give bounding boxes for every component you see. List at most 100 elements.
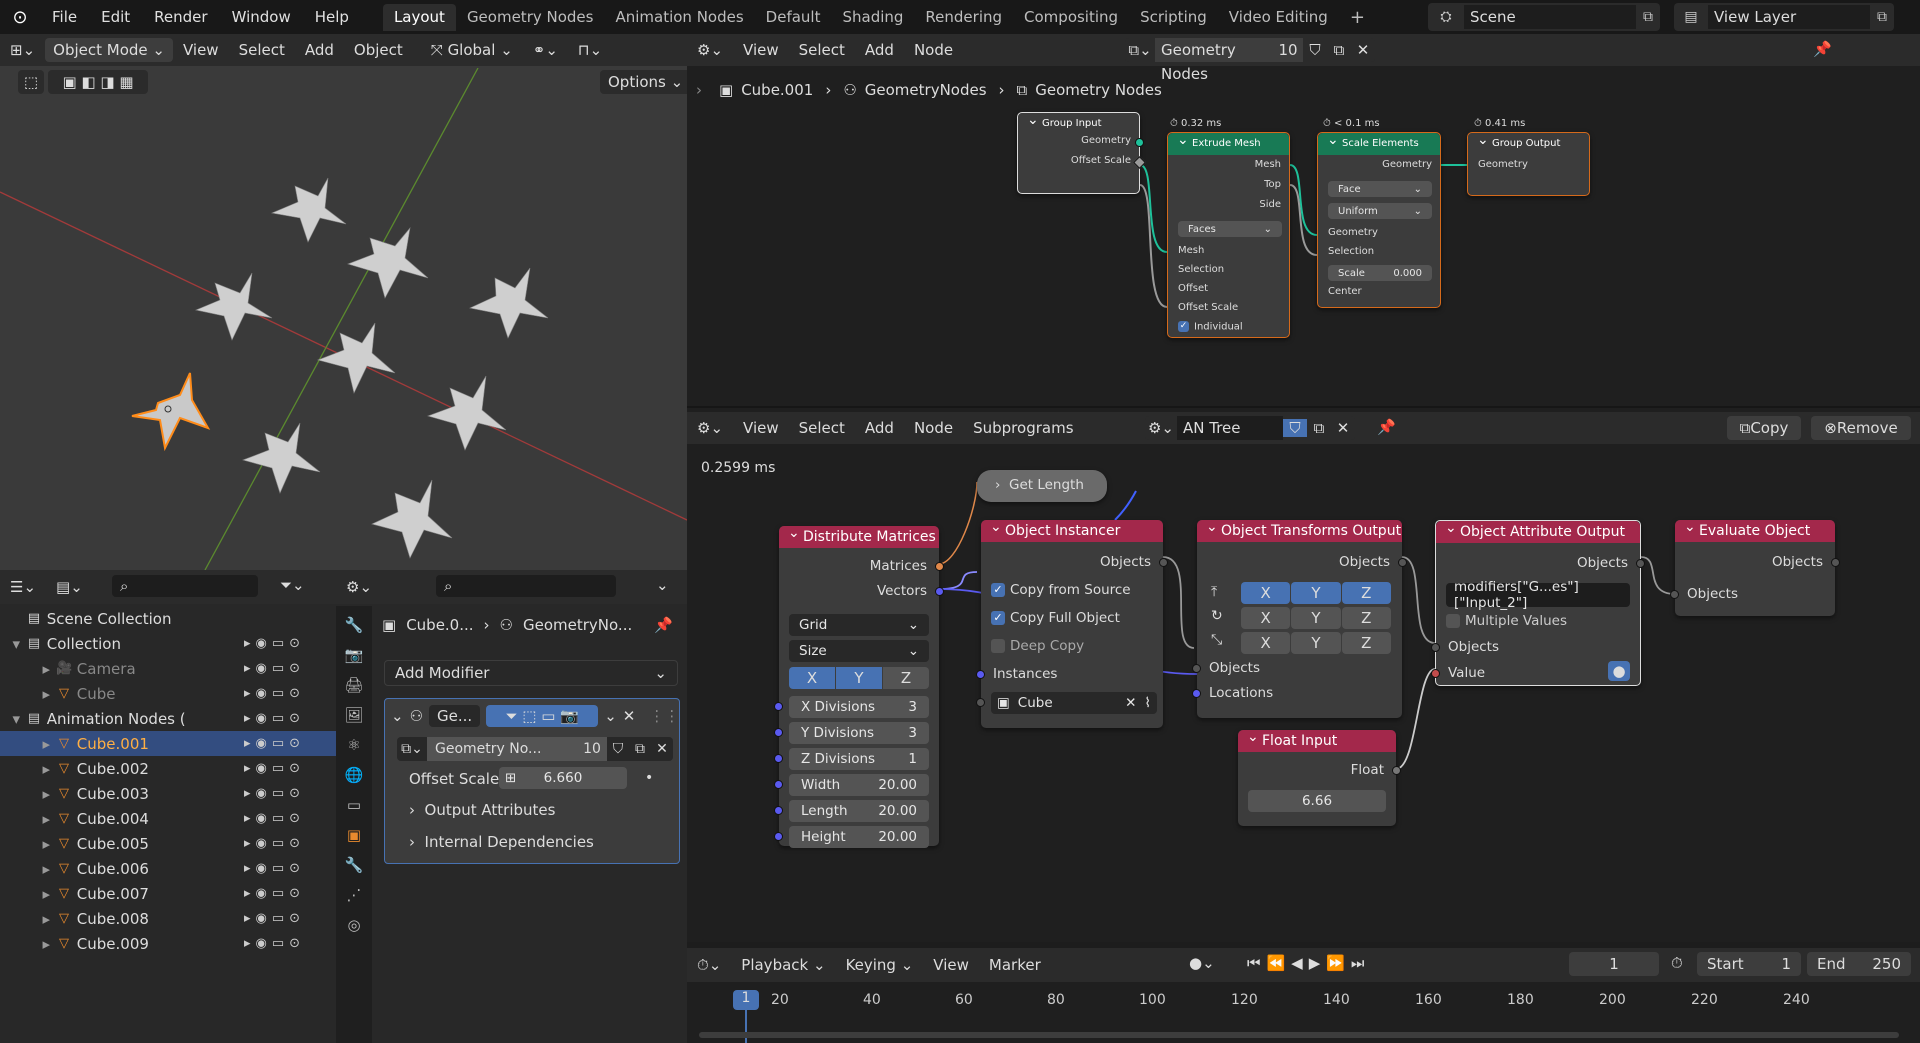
tab-shading[interactable]: Shading [831, 4, 914, 31]
distribute-field[interactable]: Width 20.00 [789, 774, 929, 796]
close-icon[interactable]: ✕ [651, 741, 673, 757]
scale-y-toggle[interactable]: Y [1291, 632, 1341, 654]
outliner-item[interactable]: ▸ ▽ Cube.001 ▸◉▭⊙ [0, 731, 336, 756]
editor-type-icon[interactable]: ⚙⌄ [336, 578, 382, 596]
node-distribute-matrices[interactable]: Distribute Matrices Matrices Vectors Gri… [774, 526, 944, 848]
pivot-icon[interactable]: ⚭⌄ [523, 41, 568, 59]
output-socket[interactable] [935, 587, 944, 596]
node-evaluate-object[interactable]: Evaluate Object Objects Objects [1670, 520, 1840, 616]
expand-arrow-icon[interactable]: ▸ [0, 685, 56, 703]
tab-scripting[interactable]: Scripting [1129, 4, 1218, 31]
menu-file[interactable]: File [40, 8, 89, 26]
3d-viewport[interactable]: ⊞⌄ Object Mode ⌄ View Select Add Object … [0, 34, 692, 570]
view-layer-name[interactable]: View Layer [1708, 5, 1870, 29]
expand-arrow-icon[interactable]: ▸ [0, 735, 56, 753]
offset-scale-field[interactable]: ⊞ 6.660 [499, 767, 627, 789]
input-socket[interactable] [774, 780, 783, 789]
scale-z-toggle[interactable]: Z [1341, 632, 1391, 654]
output-tab-icon[interactable]: 🖨 [344, 676, 363, 694]
expand-arrow-icon[interactable]: ▸ [0, 935, 56, 953]
animation-nodes-editor[interactable]: ⚙⌄ View Select Add Node Subprograms ⚙⌄ A… [687, 406, 1920, 942]
node-scale-elements[interactable]: Scale Elements Geometry Face⌄ Uniform⌄ G… [1317, 132, 1441, 308]
outliner-search-input[interactable]: ⌕ [112, 575, 258, 597]
row-visibility-icons[interactable]: ▸◉▭⊙ [244, 811, 336, 826]
row-visibility-icons[interactable]: ▸◉▭⊙ [244, 861, 336, 876]
chevron-down-icon[interactable]: ⌄ [391, 707, 404, 725]
value-toggle[interactable]: ● [1608, 661, 1630, 681]
tab-compositing[interactable]: Compositing [1013, 4, 1129, 31]
menu-render[interactable]: Render [142, 8, 219, 26]
outliner-item[interactable]: ▸ 🎥 Camera ▸◉▭⊙ [0, 656, 336, 681]
render-tab-icon[interactable]: 📷 [345, 646, 364, 664]
distribute-field[interactable]: Y Divisions 3 [789, 722, 929, 744]
row-visibility-icons[interactable]: ▸◉▭⊙ [244, 911, 336, 926]
modifier-name-input[interactable]: Ge... [429, 705, 481, 727]
rot-x-toggle[interactable]: X [1241, 607, 1291, 629]
expand-arrow-icon[interactable]: ▸ [0, 785, 56, 803]
row-visibility-icons[interactable]: ▸◉▭⊙ [244, 736, 336, 751]
viewport-menu-add[interactable]: Add [295, 41, 344, 59]
expand-arrow-icon[interactable]: ▾ [0, 710, 26, 728]
playhead-line[interactable] [745, 1010, 747, 1043]
node-extrude-mesh[interactable]: Extrude Mesh Mesh Top Side Faces⌄ Mesh S… [1167, 132, 1290, 338]
drag-handle-icon[interactable]: ⋮⋮ [649, 707, 679, 725]
output-socket[interactable] [1831, 558, 1840, 567]
scale-field[interactable]: Scale 0.000 [1328, 265, 1432, 281]
input-socket[interactable] [976, 698, 985, 707]
node-object-attribute-output[interactable]: Object Attribute Output Objects modifier… [1431, 520, 1645, 686]
view-layer-selector[interactable]: ▤ View Layer ⧉ [1674, 3, 1894, 31]
properties-search-input[interactable]: ⌕ [436, 575, 616, 597]
timeline-menu-keying[interactable]: Keying ⌄ [836, 956, 924, 974]
outliner-item[interactable]: ▸ ▽ Cube.002 ▸◉▭⊙ [0, 756, 336, 781]
tab-layout[interactable]: Layout [382, 3, 456, 31]
outliner[interactable]: ☰⌄ ▤⌄ ⌕ ⏷⌄ ▤ Scene Collection ▾ ▤ Collect… [0, 570, 336, 1043]
editor-type-icon[interactable]: ☰⌄ [0, 578, 46, 596]
menu-edit[interactable]: Edit [89, 8, 142, 26]
tab-rendering[interactable]: Rendering [914, 4, 1013, 31]
node-group-selector[interactable]: ⧉⌄ Geometry No... 10 ⛉ ⧉ ✕ [397, 737, 673, 761]
input-socket[interactable] [774, 728, 783, 737]
timeline-menu-playback[interactable]: Playback ⌄ [731, 956, 835, 974]
tab-video-editing[interactable]: Video Editing [1218, 4, 1339, 31]
pin-icon[interactable]: 📌 [654, 616, 673, 634]
viewport-menu-view[interactable]: View [173, 41, 229, 59]
object-picker[interactable]: ▣ Cube ✕ ⌇ [991, 692, 1157, 714]
loc-x-toggle[interactable]: X [1241, 582, 1291, 604]
row-visibility-icons[interactable]: ▸◉▭⊙ [244, 686, 336, 701]
node-group-input[interactable]: Group Input Geometry Offset Scale [1017, 112, 1146, 194]
expand-arrow-icon[interactable]: ▸ [0, 835, 56, 853]
view-layer-tab-icon[interactable]: 🖼 [344, 706, 363, 724]
playback-controls[interactable]: ⏮⏪◀▶⏩⏭ [1247, 954, 1370, 972]
tab-default[interactable]: Default [755, 4, 832, 31]
outliner-item[interactable]: ▾ ▤ Animation Nodes (▸◉▭⊙ [0, 706, 336, 731]
outliner-item[interactable]: ▸ ▽ Cube.006 ▸◉▭⊙ [0, 856, 336, 881]
expand-arrow-icon[interactable]: ▸ [0, 810, 56, 828]
viewport-menu-object[interactable]: Object [344, 41, 413, 59]
row-visibility-icons[interactable]: ▸◉▭⊙ [244, 711, 336, 726]
outliner-item[interactable]: ▸ ▽ Cube.008 ▸◉▭⊙ [0, 906, 336, 931]
add-workspace-button[interactable]: + [1339, 4, 1376, 31]
input-socket[interactable] [1431, 669, 1440, 678]
scale-x-toggle[interactable]: X [1241, 632, 1291, 654]
domain-dropdown[interactable]: Face ⌄ [1328, 181, 1432, 197]
output-socket[interactable] [1135, 138, 1144, 147]
loc-y-toggle[interactable]: Y [1291, 582, 1341, 604]
row-visibility-icons[interactable]: ▸◉▭⊙ [244, 636, 336, 651]
scene-selector[interactable]: ⛭ Scene ⧉ [1428, 3, 1660, 31]
outliner-item[interactable]: ▸ ▽ Cube.007 ▸◉▭⊙ [0, 881, 336, 906]
add-modifier-dropdown[interactable]: Add Modifier ⌄ [384, 660, 678, 686]
chevron-down-icon[interactable]: ⌄ [604, 707, 617, 725]
orientation-dropdown[interactable]: ⤧ Global ⌄ [421, 41, 523, 59]
mode-dropdown[interactable]: Faces ⌄ [1178, 221, 1282, 237]
eyedropper-icon[interactable]: ⌇ [1144, 695, 1151, 711]
internal-dependencies-section[interactable]: › Internal Dependencies [409, 833, 594, 851]
scale-mode-dropdown[interactable]: Uniform ⌄ [1328, 203, 1432, 219]
deep-copy-checkbox[interactable]: Deep Copy [991, 638, 1084, 654]
copy-from-source-checkbox[interactable]: ✓ Copy from Source [991, 582, 1131, 598]
node-group-name[interactable]: Geometry No... [427, 737, 577, 761]
end-frame-field[interactable]: End 250 [1807, 952, 1911, 976]
rot-z-toggle[interactable]: Z [1341, 607, 1391, 629]
playhead-frame-badge[interactable]: 1 [733, 990, 759, 1010]
input-socket[interactable] [1670, 590, 1679, 599]
geometry-node-editor[interactable]: ⚙⌄ View Select Add Node ⧉⌄ Geometry Node… [687, 34, 1920, 406]
